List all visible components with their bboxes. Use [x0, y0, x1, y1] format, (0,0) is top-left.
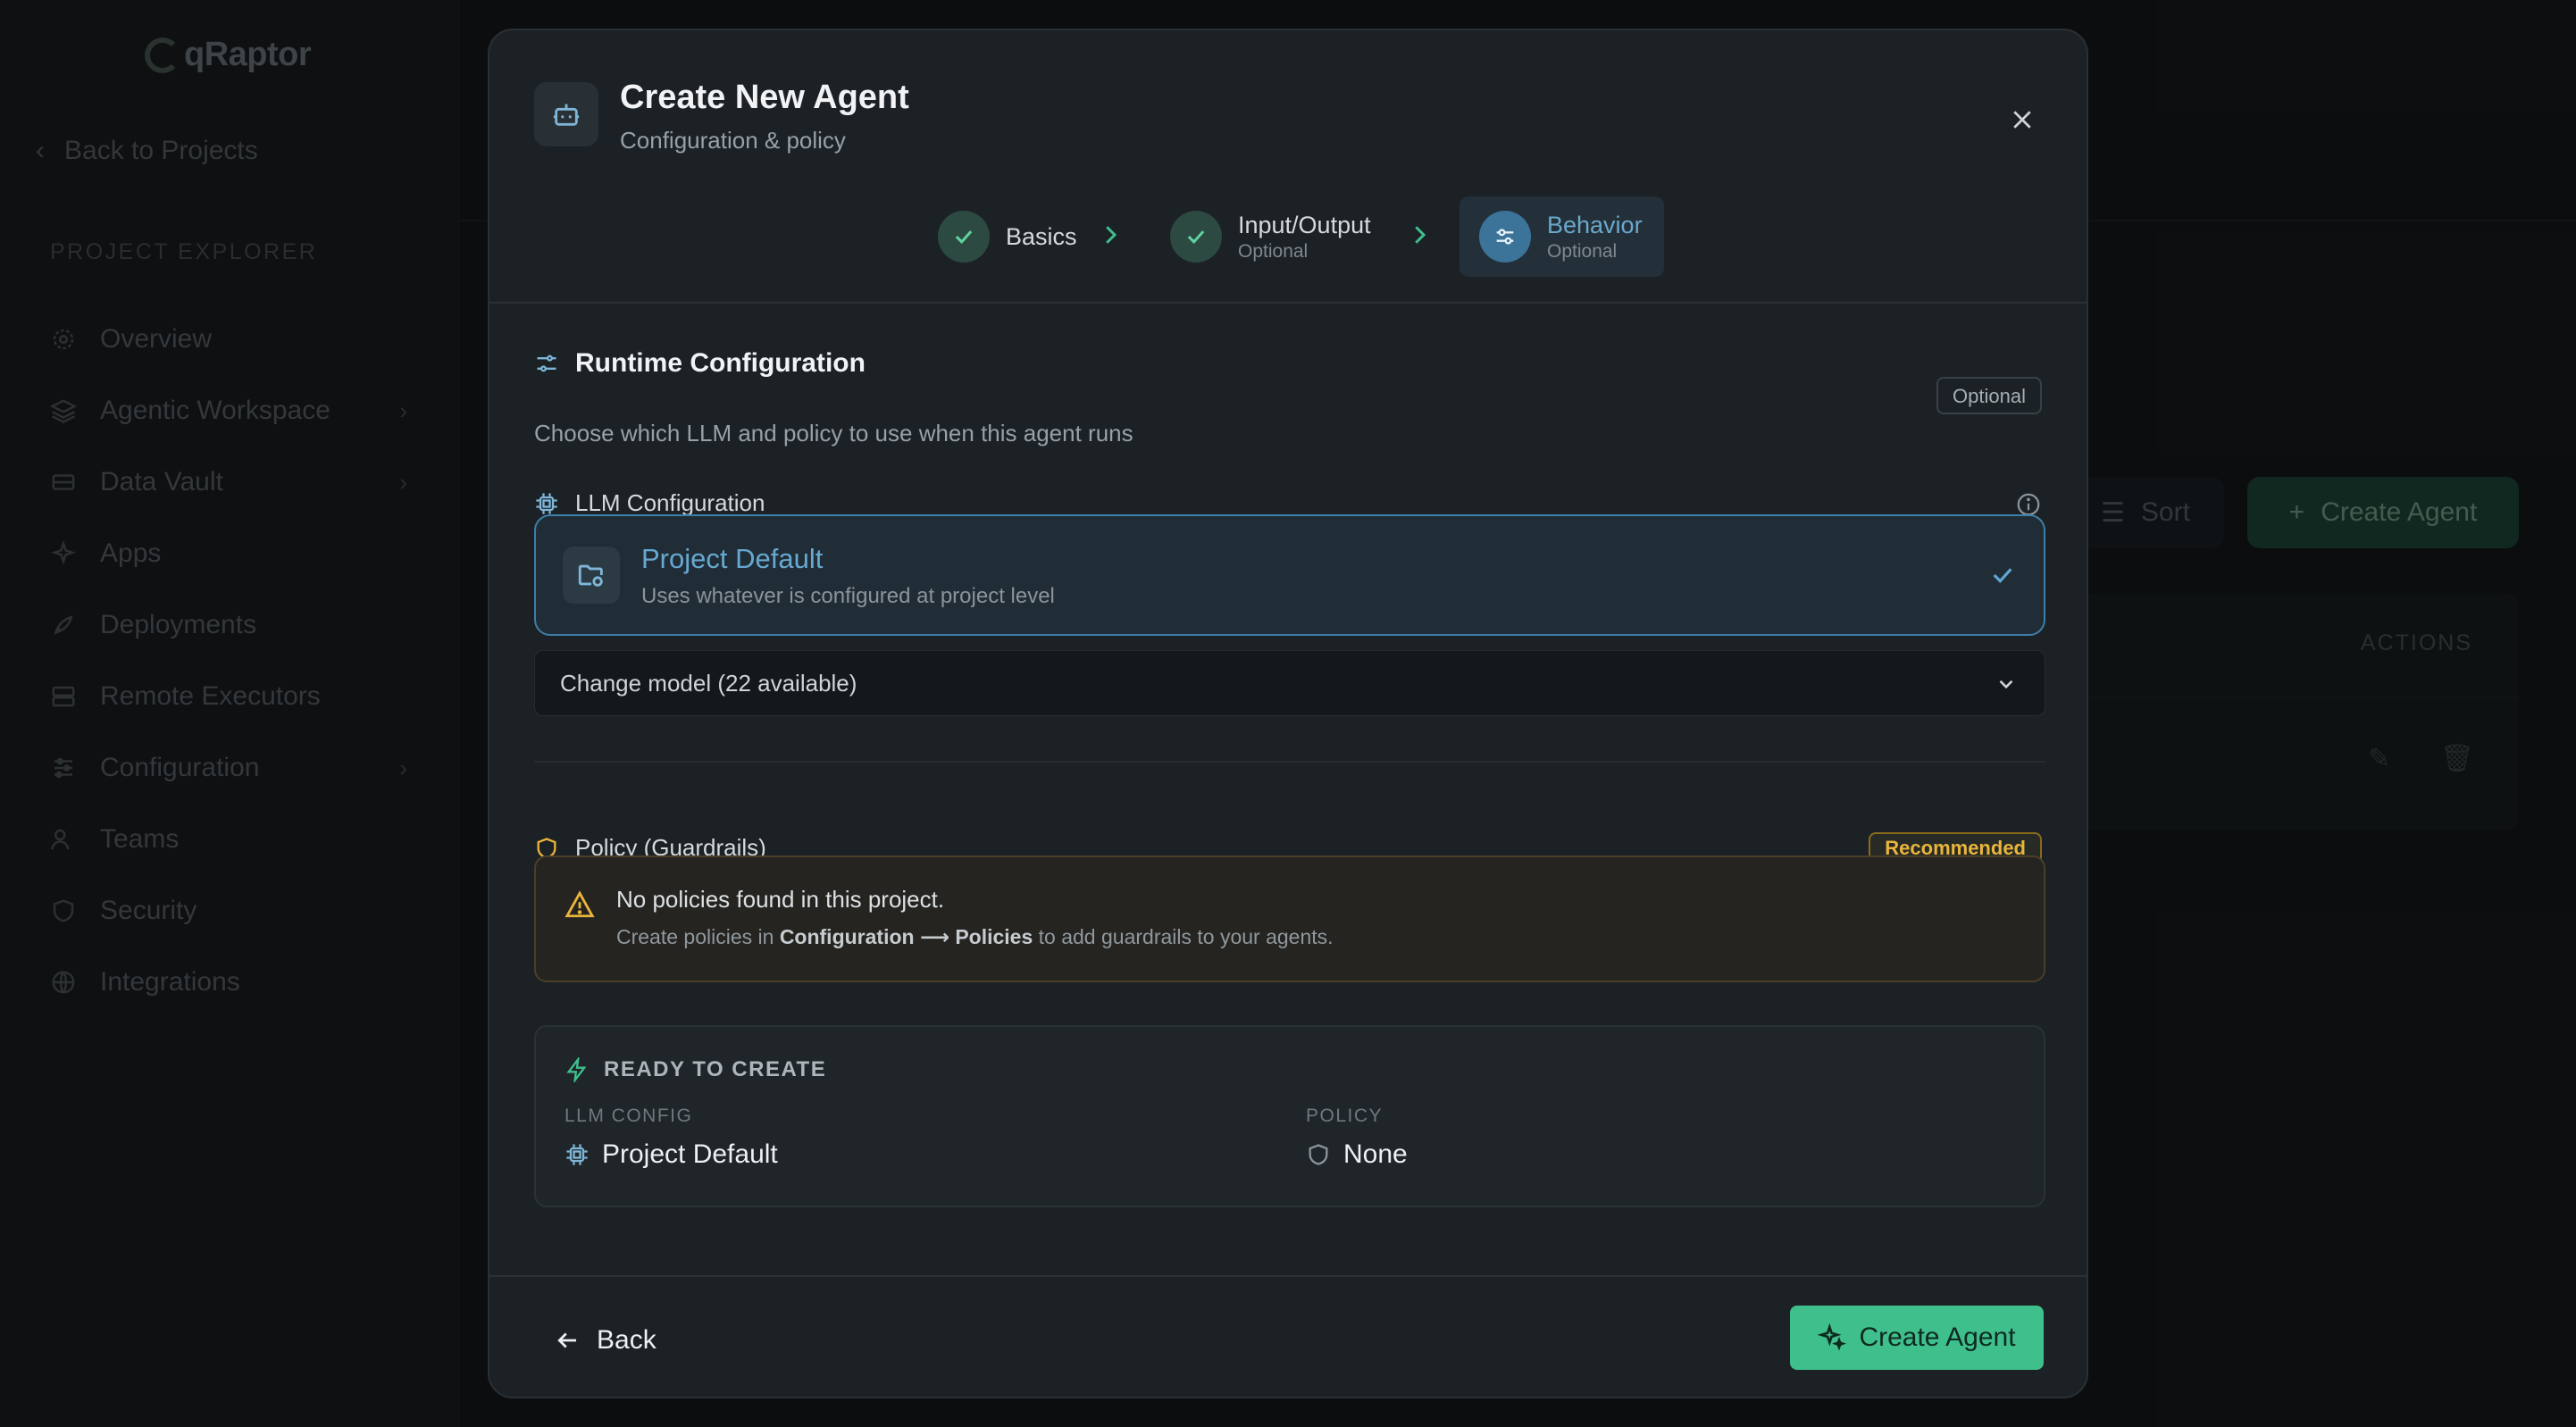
- arrow-left-icon: [557, 1332, 576, 1348]
- bot-icon: [534, 82, 598, 146]
- folder-settings-icon: [563, 547, 620, 604]
- optional-badge: Optional: [1936, 377, 2042, 414]
- ready-heading: READY TO CREATE: [565, 1057, 826, 1082]
- check-icon: [1170, 211, 1222, 263]
- sliders-icon: [537, 355, 556, 372]
- step-basics[interactable]: Basics: [938, 196, 1077, 277]
- llm-option-name: Project Default: [641, 543, 824, 574]
- close-icon[interactable]: [2004, 102, 2040, 138]
- chevron-down-icon: [1999, 680, 2013, 689]
- create-agent-modal: Create New Agent Configuration & policy …: [488, 29, 2088, 1398]
- sliders-icon: [1479, 211, 1531, 263]
- back-button[interactable]: Back: [554, 1313, 657, 1368]
- chevron-right-icon: [1106, 226, 1117, 244]
- runtime-config-title: Runtime Configuration: [534, 348, 2045, 379]
- modal-header: Create New Agent Configuration & policy …: [489, 30, 2087, 304]
- cpu-icon: [536, 492, 557, 514]
- llm-option-project-default[interactable]: Project Default Uses whatever is configu…: [534, 514, 2045, 636]
- warning-description: Create policies in Configuration ⟶ Polic…: [616, 925, 1334, 948]
- stepper: Basics Input/Output Optional Behavior Op…: [489, 196, 2087, 277]
- sparkles-icon: [1818, 1323, 1847, 1351]
- llm-option-description: Uses whatever is configured at project l…: [641, 584, 1055, 608]
- step-behavior[interactable]: Behavior Optional: [1459, 196, 1664, 277]
- modal-subtitle: Configuration & policy: [620, 127, 846, 154]
- modal-footer: Back Create Agent: [489, 1275, 2087, 1397]
- no-policies-warning: No policies found in this project. Creat…: [534, 855, 2045, 982]
- change-model-dropdown[interactable]: Change model (22 available): [534, 650, 2045, 716]
- summary-llm: LLM CONFIG Project Default: [565, 1106, 778, 1169]
- runtime-config-subtitle: Choose which LLM and policy to use when …: [534, 420, 1133, 446]
- chevron-right-icon: [1415, 226, 1426, 244]
- policies-link[interactable]: Policies: [955, 925, 1033, 948]
- shield-icon: [1309, 1144, 1328, 1165]
- warning-title: No policies found in this project.: [616, 886, 945, 913]
- config-link[interactable]: Configuration: [780, 925, 915, 948]
- step-input-output[interactable]: Input/Output Optional: [1170, 196, 1371, 277]
- cpu-icon: [566, 1144, 588, 1165]
- summary-policy: POLICY None: [1306, 1106, 1408, 1169]
- warning-icon: [565, 889, 595, 924]
- check-icon: [938, 211, 990, 263]
- lightning-icon: [566, 1057, 587, 1082]
- modal-title: Create New Agent: [620, 79, 909, 116]
- section-divider: [534, 761, 2045, 763]
- create-agent-button[interactable]: Create Agent: [1790, 1306, 2044, 1370]
- check-icon: [1988, 561, 2017, 594]
- llm-config-heading: LLM Configuration: [534, 489, 2045, 517]
- ready-to-create-summary: READY TO CREATE LLM CONFIG Project Defau…: [534, 1025, 2045, 1207]
